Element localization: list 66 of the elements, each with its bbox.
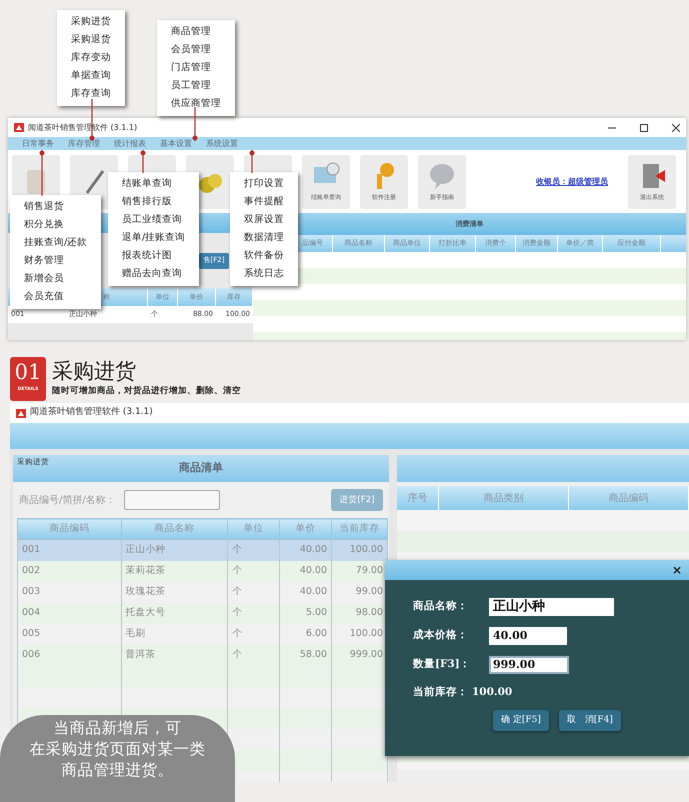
leader-line bbox=[39, 150, 45, 196]
leader-line bbox=[249, 150, 255, 173]
section-subtitle: 随时可增加商品，对货品进行增加、删除、清空 bbox=[52, 385, 241, 398]
column-header: 单价 bbox=[280, 518, 332, 540]
menu-option[interactable]: 员工业绩查询 bbox=[108, 211, 200, 229]
menu-option[interactable]: 会员管理 bbox=[157, 41, 235, 59]
section-number: 01 bbox=[14, 359, 42, 386]
menu-option[interactable]: 门店管理 bbox=[157, 59, 235, 77]
menu-option[interactable]: 双屏设置 bbox=[230, 211, 298, 229]
menu-option[interactable]: 挂账查询/还款 bbox=[10, 234, 102, 252]
field-label: 成本价格： bbox=[413, 628, 469, 644]
column-header: 当前库存 bbox=[332, 518, 388, 540]
callout-text: 商品管理进货。 bbox=[60, 760, 174, 781]
leader-line bbox=[140, 150, 146, 173]
maximize-icon[interactable] bbox=[640, 124, 648, 132]
menu-option[interactable]: 库存查询 bbox=[57, 85, 125, 103]
list-title: 商品清单 bbox=[179, 460, 223, 476]
confirm-button[interactable]: 确 定[F5] bbox=[493, 710, 549, 731]
close-icon[interactable] bbox=[672, 124, 680, 132]
app-logo-icon bbox=[14, 123, 24, 132]
menu-option[interactable]: 商品管理 bbox=[157, 23, 235, 41]
menu-option[interactable]: 销售排行版 bbox=[108, 193, 200, 211]
app-logo-icon bbox=[16, 408, 26, 418]
menu-option[interactable]: 退单/挂账查询 bbox=[108, 229, 200, 247]
menu-item[interactable]: 库存管理 bbox=[68, 140, 100, 148]
menu-item[interactable]: 统计报表 bbox=[114, 140, 146, 148]
cashier-link[interactable]: 收银员：超级管理员 bbox=[536, 176, 608, 188]
callout-text: 当商品新增后，可 bbox=[52, 718, 182, 739]
close-button[interactable]: × bbox=[672, 561, 682, 579]
menu-item[interactable]: 日常事务 bbox=[22, 140, 54, 148]
input-field[interactable]: 正山小种 bbox=[489, 598, 614, 616]
menu-option[interactable]: 结账单查询 bbox=[108, 175, 200, 193]
menu-option[interactable]: 赠品去向查询 bbox=[108, 265, 200, 283]
menu-option[interactable]: 采购退货 bbox=[57, 31, 125, 49]
column-header: 单位 bbox=[228, 518, 280, 540]
menu-option[interactable]: 员工管理 bbox=[157, 77, 235, 95]
menu-option[interactable]: 单据查询 bbox=[57, 67, 125, 85]
menu-option[interactable]: 积分兑换 bbox=[10, 216, 102, 234]
section-title: 采购进货 bbox=[52, 358, 137, 385]
cancel-button[interactable]: 取 消[F4] bbox=[558, 710, 621, 731]
menu-item[interactable]: 系统设置 bbox=[206, 140, 238, 148]
input-field[interactable]: 999.00 bbox=[489, 656, 569, 674]
field-label: 数量[F3]： bbox=[413, 657, 472, 672]
column-header: 商品编码 bbox=[18, 518, 122, 540]
column-header: 商品名称 bbox=[121, 518, 228, 540]
menu-option[interactable]: 库存变动 bbox=[57, 49, 125, 67]
menu-option[interactable]: 销售退货 bbox=[10, 198, 102, 216]
callout-text: 在采购进货页面对某一类 bbox=[28, 739, 206, 760]
search-field[interactable] bbox=[124, 490, 220, 510]
stock-label: 当前库存： bbox=[413, 685, 468, 700]
input-field[interactable]: 40.00 bbox=[489, 627, 567, 645]
menu-option[interactable]: 采购进货 bbox=[57, 13, 125, 31]
menu-option[interactable]: 事件提醒 bbox=[230, 193, 298, 211]
search-label: 商品编号/简拼/名称： bbox=[19, 494, 116, 508]
field-label: 商品名称： bbox=[413, 599, 469, 614]
leader-line bbox=[192, 107, 198, 141]
window-title: 闻道茶叶销售管理软件 (3.1.1) bbox=[30, 406, 153, 420]
menu-option[interactable]: 报表统计图 bbox=[108, 247, 200, 265]
menu-option[interactable]: 系统日志 bbox=[230, 265, 298, 283]
menu-item[interactable]: 基本设置 bbox=[160, 140, 192, 148]
window-title: 闻道茶叶销售管理软件 (3.1.1) bbox=[28, 122, 138, 134]
menu-option[interactable]: 新增会员 bbox=[10, 270, 102, 288]
menu-option[interactable]: 财务管理 bbox=[10, 252, 102, 270]
stock-value: 100.00 bbox=[472, 685, 514, 700]
menu-option[interactable]: 供应商管理 bbox=[157, 95, 235, 113]
menu-option[interactable]: 打印设置 bbox=[230, 175, 298, 193]
